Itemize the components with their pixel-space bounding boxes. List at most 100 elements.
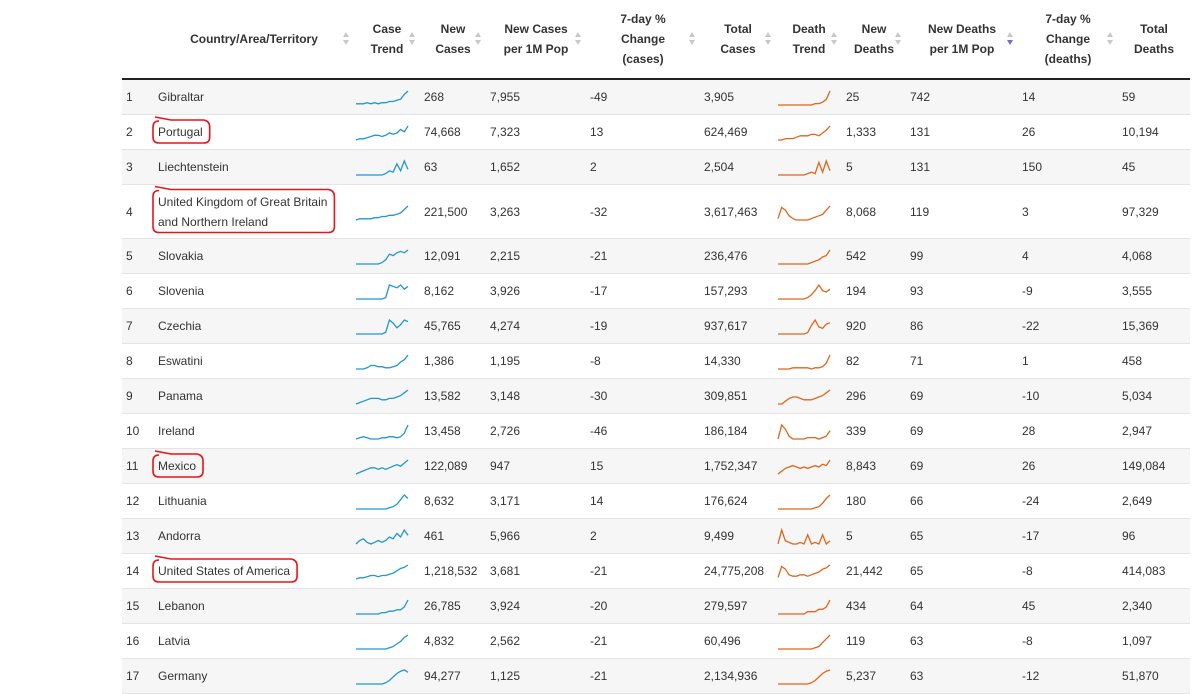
death-trend-cell: [776, 273, 842, 309]
country-cell[interactable]: Slovenia: [154, 273, 354, 309]
case-trend-sparkline: [356, 669, 409, 685]
total-deaths-cell: 51,870: [1118, 658, 1190, 694]
change-cases-header[interactable]: 7-day % Change (cases): [586, 0, 700, 80]
rank-cell: 14: [122, 553, 154, 589]
change-cases-cell: -30: [586, 378, 700, 414]
death-trend-sparkline-line: [777, 564, 831, 578]
total-deaths-header-label: Total Deaths: [1133, 22, 1174, 56]
country-cell[interactable]: Eswatini: [154, 343, 354, 379]
new-cases-per-1m-cell: 3,681: [486, 553, 586, 589]
change-cases-cell: -19: [586, 308, 700, 344]
change-cases-cell: -21: [586, 658, 700, 694]
country-cell[interactable]: United States of America: [154, 553, 354, 589]
country-cell[interactable]: Andorra: [154, 518, 354, 554]
table-row: 10 Ireland 13,458 2,726 -46 186,184 339 69 28 2,9…: [122, 413, 1190, 449]
change-cases-cell: 13: [586, 114, 700, 150]
change-cases-cell: -21: [586, 623, 700, 659]
sort-icon[interactable]: [764, 32, 772, 46]
new-deaths-cell: 1,333: [842, 114, 906, 150]
table-row: 1 Gibraltar 268 7,955 -49 3,905 25 742 14 59: [122, 79, 1190, 115]
change-deaths-header[interactable]: 7-day % Change (deaths): [1018, 0, 1118, 80]
case-trend-sparkline-line: [355, 125, 409, 141]
sort-icon[interactable]: [830, 32, 838, 46]
country-cell[interactable]: Germany: [154, 658, 354, 694]
death-trend-sparkline: [778, 669, 831, 685]
country-cell[interactable]: Mexico: [154, 448, 354, 484]
sort-icon[interactable]: [894, 32, 902, 46]
covid-data-table: Country/Area/Territory Case Trend New Ca…: [122, 0, 1190, 694]
change-deaths-cell: -22: [1018, 308, 1118, 344]
death-trend-sparkline-line: [777, 527, 831, 546]
case-trend-sparkline-line: [355, 528, 409, 545]
new-cases-cell: 13,582: [420, 378, 486, 414]
case-trend-cell: [354, 518, 420, 554]
new-cases-cell: 74,668: [420, 114, 486, 150]
change-cases-cell: -8: [586, 343, 700, 379]
case-trend-sparkline: [355, 125, 409, 141]
new-cases-cell: 63: [420, 149, 486, 185]
total-deaths-header[interactable]: Total Deaths: [1118, 0, 1190, 80]
country-cell[interactable]: United Kingdom of Great Britain and Nort…: [154, 184, 354, 239]
country-header[interactable]: Country/Area/Territory: [154, 0, 354, 80]
case-trend-header[interactable]: Case Trend: [354, 0, 420, 80]
total-cases-cell: 14,330: [700, 343, 776, 379]
new-deaths-per-1m-header[interactable]: New Deaths per 1M Pop: [906, 0, 1018, 80]
sort-icon[interactable]: [688, 32, 696, 46]
case-trend-sparkline: [355, 389, 409, 405]
new-cases-per-1m-cell: 3,171: [486, 483, 586, 519]
country-cell[interactable]: Latvia: [154, 623, 354, 659]
country-cell[interactable]: Portugal: [154, 114, 354, 150]
new-deaths-per-1m-cell: 63: [906, 658, 1018, 694]
case-trend-sparkline: [356, 159, 409, 176]
new-deaths-cell: 8,068: [842, 184, 906, 239]
country-cell[interactable]: Lithuania: [154, 483, 354, 519]
case-trend-sparkline: [356, 318, 409, 335]
table-body: 1 Gibraltar 268 7,955 -49 3,905 25 742 14 59 2 Port…: [122, 79, 1190, 694]
case-trend-sparkline-line: [356, 354, 409, 370]
total-cases-cell: 9,499: [700, 518, 776, 554]
total-deaths-cell: 2,340: [1118, 588, 1190, 624]
case-trend-cell: [354, 79, 420, 115]
new-cases-per-1m-cell: 3,924: [486, 588, 586, 624]
new-cases-per-1m-header[interactable]: New Cases per 1M Pop: [486, 0, 586, 80]
country-cell[interactable]: Slovakia: [154, 238, 354, 274]
total-cases-cell: 60,496: [700, 623, 776, 659]
new-deaths-header[interactable]: New Deaths: [842, 0, 906, 80]
death-trend-header[interactable]: Death Trend: [776, 0, 842, 80]
sort-icon[interactable]: [342, 32, 350, 46]
new-cases-cell: 1,218,532: [420, 553, 486, 589]
rank-cell: 11: [122, 448, 154, 484]
table-row: 11 Mexico 122,089 947 15 1,752,347 8,843 69 26 14…: [122, 448, 1190, 484]
new-deaths-cell: 119: [842, 623, 906, 659]
new-deaths-cell: 434: [842, 588, 906, 624]
sort-icon[interactable]: [474, 32, 482, 46]
death-trend-sparkline-line: [778, 389, 831, 405]
total-cases-cell: 624,469: [700, 114, 776, 150]
new-cases-header[interactable]: New Cases: [420, 0, 486, 80]
rank-cell: 10: [122, 413, 154, 449]
country-cell[interactable]: Gibraltar: [154, 79, 354, 115]
sort-icon[interactable]: [574, 32, 582, 46]
death-trend-cell: [776, 343, 842, 379]
total-deaths-cell: 59: [1118, 79, 1190, 115]
country-cell[interactable]: Lebanon: [154, 588, 354, 624]
case-trend-cell: [354, 114, 420, 150]
death-trend-sparkline-line: [777, 459, 831, 475]
country-cell[interactable]: Ireland: [154, 413, 354, 449]
case-trend-sparkline: [355, 424, 409, 440]
case-trend-sparkline: [355, 459, 409, 475]
change-deaths-cell: 28: [1018, 413, 1118, 449]
country-cell[interactable]: Czechia: [154, 308, 354, 344]
case-trend-sparkline-line: [356, 249, 409, 265]
country-cell[interactable]: Panama: [154, 378, 354, 414]
total-cases-header[interactable]: Total Cases: [700, 0, 776, 80]
sort-icon[interactable]: [408, 32, 416, 46]
rank-cell: 9: [122, 378, 154, 414]
sort-icon-active[interactable]: [1006, 32, 1014, 46]
sort-icon[interactable]: [1106, 32, 1114, 46]
total-deaths-cell: 3,555: [1118, 273, 1190, 309]
case-trend-sparkline: [355, 564, 409, 580]
country-cell[interactable]: Liechtenstein: [154, 149, 354, 185]
total-deaths-cell: 149,084: [1118, 448, 1190, 484]
case-trend-sparkline: [355, 528, 409, 545]
